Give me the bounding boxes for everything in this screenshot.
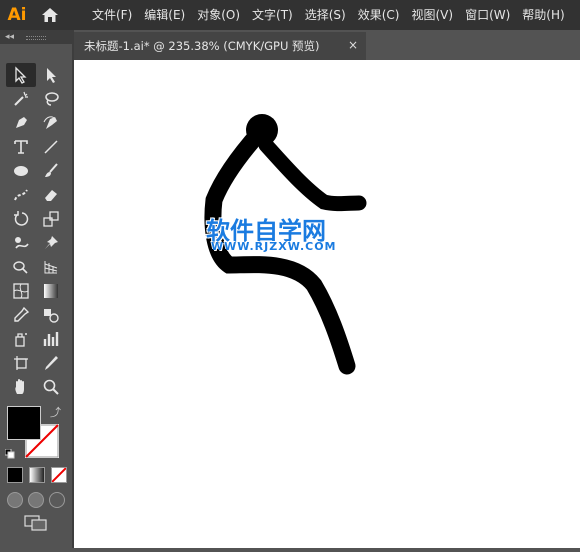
pen-icon bbox=[16, 117, 27, 128]
eraser-tool[interactable] bbox=[36, 183, 66, 207]
fill-swatch-front[interactable] bbox=[7, 406, 41, 440]
menu-view[interactable]: 视图(V) bbox=[405, 0, 459, 30]
pen-tool[interactable] bbox=[6, 111, 36, 135]
draw-behind-icon[interactable] bbox=[28, 492, 44, 508]
curvature-tool[interactable] bbox=[36, 111, 66, 135]
mesh-tool[interactable] bbox=[6, 279, 36, 303]
menu-edit[interactable]: 编辑(E) bbox=[138, 0, 191, 30]
direct-selection-icon bbox=[47, 68, 56, 83]
screen-mode-icon[interactable] bbox=[24, 515, 48, 531]
blend-icon bbox=[44, 309, 59, 323]
menu-select[interactable]: 选择(S) bbox=[299, 0, 352, 30]
artboard-tool[interactable] bbox=[6, 351, 36, 375]
draw-inside-icon[interactable] bbox=[49, 492, 65, 508]
hand-tool[interactable] bbox=[6, 375, 36, 399]
watermark-url: WWW.RJZXW.COM bbox=[211, 240, 337, 253]
default-colors-icon[interactable] bbox=[4, 444, 15, 459]
menu-list: 文件(F) 编辑(E) 对象(O) 文字(T) 选择(S) 效果(C) 视图(V… bbox=[86, 0, 571, 30]
rotate-tool[interactable] bbox=[6, 207, 36, 231]
puppet-warp-icon bbox=[15, 237, 29, 249]
line-segment-icon bbox=[44, 140, 58, 154]
selection-tool[interactable] bbox=[6, 63, 36, 87]
figure-arm-stroke bbox=[258, 137, 367, 212]
slice-icon bbox=[45, 356, 58, 370]
lasso-tool[interactable] bbox=[36, 87, 66, 111]
artboard-canvas[interactable] bbox=[74, 60, 580, 548]
draw-normal-icon[interactable] bbox=[7, 492, 23, 508]
symbol-sprayer-icon bbox=[15, 333, 27, 347]
curvature-icon bbox=[43, 116, 57, 129]
lasso-icon bbox=[45, 92, 59, 106]
type-icon bbox=[14, 140, 28, 154]
swap-fill-stroke-icon[interactable]: ⤴ bbox=[50, 404, 61, 420]
pin-tool[interactable] bbox=[36, 231, 66, 255]
menu-type[interactable]: 文字(T) bbox=[246, 0, 299, 30]
menu-file[interactable]: 文件(F) bbox=[86, 0, 138, 30]
perspective-grid-tool[interactable] bbox=[36, 255, 66, 279]
pin-icon bbox=[45, 236, 58, 249]
type-tool[interactable] bbox=[6, 135, 36, 159]
magic-wand-icon bbox=[14, 91, 28, 106]
gradient-icon bbox=[44, 284, 58, 298]
selection-icon bbox=[15, 66, 27, 84]
zoom-tool[interactable] bbox=[36, 375, 66, 399]
artboard-icon bbox=[14, 356, 28, 370]
menu-bar: Ai 文件(F) 编辑(E) 对象(O) 文字(T) 选择(S) 效果(C) 视… bbox=[0, 0, 580, 30]
app-logo: Ai bbox=[7, 5, 27, 25]
slice-tool[interactable] bbox=[36, 351, 66, 375]
scale-icon bbox=[43, 211, 59, 227]
shape-builder-icon bbox=[13, 261, 28, 274]
eyedropper-icon bbox=[14, 306, 30, 322]
tool-grid bbox=[6, 63, 66, 399]
menu-effect[interactable]: 效果(C) bbox=[352, 0, 406, 30]
document-tab-title: 未标题-1.ai* @ 235.38% (CMYK/GPU 预览) bbox=[84, 39, 320, 53]
document-tab-bar: 未标题-1.ai* @ 235.38% (CMYK/GPU 预览) × bbox=[74, 30, 580, 60]
collapse-icon[interactable]: ◂◂ bbox=[5, 30, 14, 44]
line-segment-tool[interactable] bbox=[36, 135, 66, 159]
direct-selection-tool[interactable] bbox=[36, 63, 66, 87]
eraser-icon bbox=[45, 190, 57, 201]
menu-window[interactable]: 窗口(W) bbox=[459, 0, 516, 30]
color-icon[interactable] bbox=[7, 467, 23, 483]
draw-mode-row bbox=[7, 492, 65, 508]
ellipse-tool[interactable] bbox=[6, 159, 36, 183]
artwork bbox=[204, 114, 367, 375]
paintbrush-tool[interactable] bbox=[36, 159, 66, 183]
perspective-grid-icon bbox=[44, 261, 58, 274]
symbol-sprayer-tool[interactable] bbox=[6, 327, 36, 351]
tools-panel-header: ◂◂ bbox=[0, 30, 72, 44]
column-graph-icon bbox=[43, 332, 59, 346]
rotate-icon bbox=[14, 211, 29, 226]
document-tab[interactable]: 未标题-1.ai* @ 235.38% (CMYK/GPU 预览) × bbox=[74, 32, 366, 60]
grip-icon[interactable] bbox=[26, 36, 46, 40]
hand-icon bbox=[15, 379, 24, 394]
blend-tool[interactable] bbox=[36, 303, 66, 327]
color-mode-row bbox=[7, 467, 67, 483]
zoom-icon bbox=[43, 379, 59, 395]
gradient-mode-icon[interactable] bbox=[29, 467, 45, 483]
column-graph-tool[interactable] bbox=[36, 327, 66, 351]
shape-builder-tool[interactable] bbox=[6, 255, 36, 279]
close-tab-icon[interactable]: × bbox=[348, 38, 358, 52]
magic-wand-tool[interactable] bbox=[6, 87, 36, 111]
mesh-icon bbox=[13, 283, 29, 299]
paintbrush-icon bbox=[45, 163, 58, 177]
gradient-tool[interactable] bbox=[36, 279, 66, 303]
shaper-icon bbox=[14, 189, 28, 201]
scale-tool[interactable] bbox=[36, 207, 66, 231]
puppet-warp-tool[interactable] bbox=[6, 231, 36, 255]
menu-object[interactable]: 对象(O) bbox=[191, 0, 246, 30]
none-icon[interactable] bbox=[51, 467, 67, 483]
shaper-tool[interactable] bbox=[6, 183, 36, 207]
eyedropper-tool[interactable] bbox=[6, 303, 36, 327]
menu-help[interactable]: 帮助(H) bbox=[516, 0, 570, 30]
ellipse-icon bbox=[14, 166, 28, 176]
home-icon[interactable] bbox=[34, 0, 66, 30]
